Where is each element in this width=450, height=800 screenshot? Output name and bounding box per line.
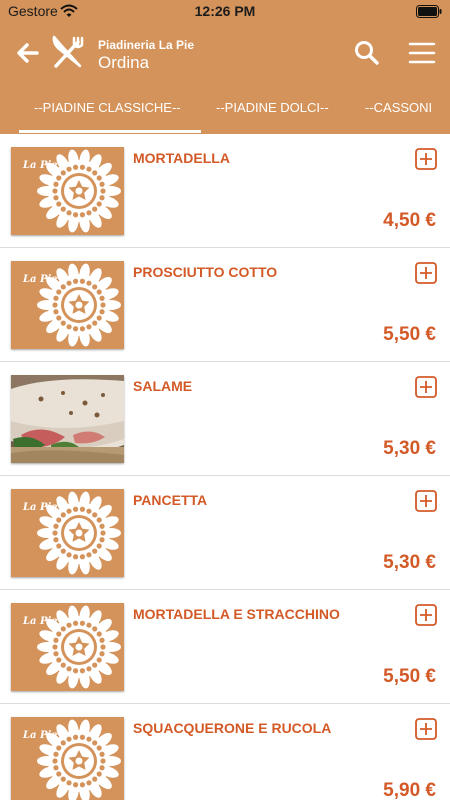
product-name: MORTADELLA: [133, 150, 230, 166]
product-price: 5,30 €: [383, 552, 436, 573]
product-price: 5,90 €: [383, 780, 436, 800]
add-to-cart-icon[interactable]: [415, 718, 437, 740]
logo-script-text: La Pie: [22, 616, 58, 627]
logo-script-text: La Pie: [22, 160, 58, 171]
logo-script-text: La Pie: [22, 730, 58, 741]
la-pie-logo-icon: La Pie: [11, 489, 124, 577]
hamburger-menu-icon[interactable]: [407, 39, 437, 67]
product-name: SQUACQUERONE E RUCOLA: [133, 720, 332, 736]
restaurant-name: Piadineria La Pie: [98, 38, 195, 52]
la-pie-logo-icon: La Pie: [11, 603, 124, 691]
list-item[interactable]: SALAME 5,30 €: [0, 362, 450, 476]
page-title: Ordina: [98, 53, 150, 72]
product-name: PANCETTA: [133, 492, 208, 508]
add-to-cart-icon[interactable]: [415, 148, 437, 170]
add-to-cart-icon[interactable]: [415, 604, 437, 626]
status-time: 12:26 PM: [194, 3, 256, 19]
product-thumbnail: La Pie: [11, 717, 124, 800]
tab-piadine-dolci[interactable]: --PIADINE DOLCI--: [216, 100, 329, 115]
add-to-cart-icon[interactable]: [415, 376, 437, 398]
logo-script-text: La Pie: [22, 274, 58, 285]
search-icon[interactable]: [353, 39, 381, 67]
product-name: MORTADELLA E STRACCHINO: [133, 606, 340, 622]
la-pie-logo-icon: La Pie: [11, 147, 124, 235]
logo-script-text: La Pie: [22, 502, 58, 513]
list-item[interactable]: La Pie PANCETTA 5,30 €: [0, 476, 450, 590]
tab-piadine-classiche[interactable]: --PIADINE CLASSICHE--: [34, 100, 181, 115]
list-item[interactable]: La Pie SQUACQUERONE E RUCOLA 5,90 €: [0, 704, 450, 800]
category-tabs: --PIADINE CLASSICHE-- --PIADINE DOLCI-- …: [0, 86, 450, 134]
product-price: 5,50 €: [383, 666, 436, 687]
list-item[interactable]: La Pie PROSCIUTTO COTTO 5,50 €: [0, 248, 450, 362]
battery-icon: [416, 5, 442, 18]
la-pie-logo-icon: La Pie: [11, 261, 124, 349]
product-name: SALAME: [133, 378, 193, 394]
app-bar: Piadineria La Pie Ordina: [0, 22, 450, 86]
list-item[interactable]: La Pie MORTADELLA E STRACCHINO 5,50 €: [0, 590, 450, 704]
tab-cassoni[interactable]: --CASSONI: [365, 100, 432, 115]
arrow-left-icon[interactable]: [14, 39, 42, 67]
product-list: La Pie MORTADELLA 4,50 € La Pie PROSCIUT…: [0, 134, 450, 800]
product-thumbnail: La Pie: [11, 603, 124, 691]
list-item[interactable]: La Pie MORTADELLA 4,50 €: [0, 134, 450, 248]
fork-knife-icon: [52, 35, 84, 68]
top-header-area: Gestore 12:26 PM Piadineria La Pie Ordin…: [0, 0, 450, 134]
add-to-cart-icon[interactable]: [415, 262, 437, 284]
product-price: 5,30 €: [383, 438, 436, 459]
la-pie-logo-icon: La Pie: [11, 717, 124, 800]
product-name: PROSCIUTTO COTTO: [133, 264, 278, 280]
product-thumbnail: La Pie: [11, 147, 124, 235]
status-bar: Gestore 12:26 PM: [0, 0, 450, 22]
product-price: 4,50 €: [383, 210, 436, 231]
product-thumbnail: La Pie: [11, 261, 124, 349]
add-to-cart-icon[interactable]: [415, 490, 437, 512]
tab-selected-indicator: [19, 130, 201, 133]
product-thumbnail: La Pie: [11, 489, 124, 577]
product-price: 5,50 €: [383, 324, 436, 345]
product-photo: [11, 375, 124, 463]
